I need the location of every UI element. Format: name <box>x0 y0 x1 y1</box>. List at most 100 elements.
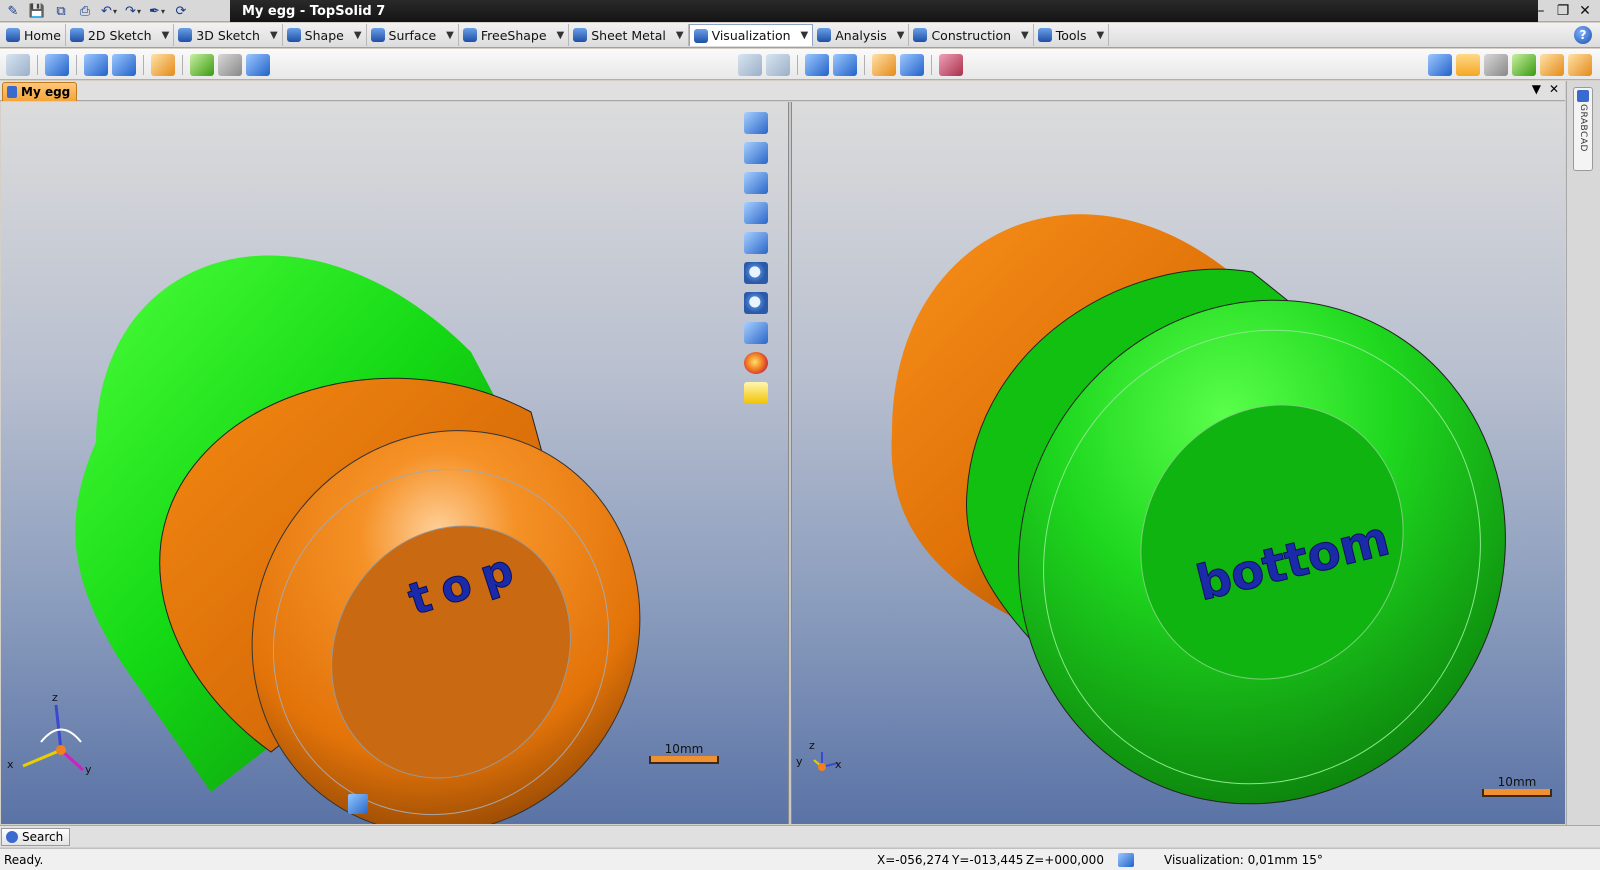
visualization-settings-icon[interactable] <box>1118 853 1134 867</box>
plant-view-icon[interactable] <box>1512 54 1536 76</box>
camera-icon[interactable] <box>218 54 242 76</box>
pick-filter-icon[interactable] <box>348 794 368 814</box>
box-shade-alt-icon[interactable] <box>1568 54 1592 76</box>
document-tab[interactable]: My egg <box>2 82 78 101</box>
save-icon[interactable]: 💾 <box>28 2 46 20</box>
visibility-icon[interactable] <box>84 54 108 76</box>
coord-x: X=-056,274 <box>877 853 950 867</box>
chevron-down-icon[interactable]: ▼ <box>1021 30 1029 41</box>
axis-label-z: z <box>52 691 58 704</box>
scale-bar-graphic <box>1482 789 1552 797</box>
chevron-down-icon[interactable]: ▼ <box>676 30 684 41</box>
app-logo-icon[interactable]: ✎ <box>4 2 22 20</box>
view-mode-alt-icon[interactable] <box>1484 54 1508 76</box>
tab-visualization[interactable]: Visualization ▼ <box>688 24 814 46</box>
tab-freeshape[interactable]: FreeShape ▼ <box>459 24 570 46</box>
palette-icon[interactable] <box>872 54 896 76</box>
chevron-down-icon[interactable]: ▼ <box>270 30 278 41</box>
view-tools <box>742 112 770 404</box>
status-visualization: Visualization: 0,01mm 15° <box>1164 853 1323 867</box>
query-icon[interactable] <box>744 382 768 404</box>
axis-label-z: z <box>809 739 815 752</box>
tab-analysis[interactable]: Analysis ▼ <box>813 24 910 46</box>
axis-label-x: x <box>7 758 14 771</box>
sketch-3d-icon <box>178 28 193 42</box>
section-view-icon[interactable] <box>766 54 790 76</box>
chevron-down-icon[interactable]: ▼ <box>162 30 170 41</box>
axis-label-y: y <box>85 763 92 776</box>
grabcad-icon <box>1577 90 1589 102</box>
toolbar-separator <box>931 55 932 75</box>
chevron-down-icon[interactable]: ▼ <box>1097 30 1105 41</box>
plant-icon[interactable] <box>190 54 214 76</box>
chevron-down-icon[interactable]: ▼ <box>354 30 362 41</box>
construction-icon <box>913 28 928 42</box>
tab-3d-sketch[interactable]: 3D Sketch ▼ <box>174 24 283 46</box>
render-box-icon[interactable] <box>805 54 829 76</box>
minimize-icon[interactable]: – <box>1534 3 1548 19</box>
split-view-icon[interactable] <box>744 232 768 254</box>
zoom-window-icon[interactable] <box>744 262 768 284</box>
dropdown-icon[interactable]: ▼ <box>1532 82 1541 96</box>
close-icon[interactable]: ✕ <box>1549 82 1559 96</box>
viewport-left[interactable]: top z x y 10mm <box>1 102 788 824</box>
tab-home[interactable]: Home <box>2 24 66 46</box>
material-icon[interactable] <box>939 54 963 76</box>
search-button[interactable]: Search <box>1 828 71 846</box>
scale-bar-graphic <box>649 756 719 764</box>
coord-z: Z=+000,000 <box>1026 853 1104 867</box>
toolbar-separator <box>143 55 144 75</box>
close-icon[interactable]: ✕ <box>1578 3 1592 19</box>
redo-icon[interactable]: ↷ <box>124 2 142 20</box>
save-all-icon[interactable]: ⧉ <box>52 2 70 20</box>
tab-sheet-metal[interactable]: Sheet Metal ▼ <box>569 24 689 46</box>
pointer-icon[interactable] <box>151 54 175 76</box>
sketch-2d-icon <box>69 28 84 42</box>
grabcad-tab[interactable]: GRABCAD <box>1573 87 1593 171</box>
chevron-down-icon[interactable]: ▼ <box>557 30 565 41</box>
tab-construction[interactable]: Construction ▼ <box>909 24 1034 46</box>
tab-2d-sketch[interactable]: 2D Sketch ▼ <box>66 24 175 46</box>
toolbar-separator <box>37 55 38 75</box>
tab-tools[interactable]: Tools ▼ <box>1034 24 1110 46</box>
pan-rotate-icon[interactable] <box>744 142 768 164</box>
restore-icon[interactable]: ❐ <box>1556 3 1570 19</box>
show-hide-icon[interactable] <box>45 54 69 76</box>
search-icon <box>6 831 18 843</box>
binoculars-icon[interactable] <box>744 202 768 224</box>
chevron-down-icon[interactable]: ▼ <box>801 30 809 41</box>
view-cube-icon[interactable] <box>1428 54 1452 76</box>
window-title: My egg - TopSolid 7 <box>230 0 1538 22</box>
document-icon <box>7 86 17 98</box>
filter-icon[interactable] <box>900 54 924 76</box>
scale-bar-right: 10mm <box>1482 775 1552 797</box>
view-mode-icon[interactable] <box>1456 54 1480 76</box>
box-shade-icon[interactable] <box>1540 54 1564 76</box>
toolbar-separator <box>797 55 798 75</box>
search-bar: Search <box>0 825 1600 847</box>
tab-shape[interactable]: Shape ▼ <box>283 24 367 46</box>
undo-icon[interactable]: ↶ <box>100 2 118 20</box>
pen-icon[interactable]: ✒ <box>148 2 166 20</box>
visualization-icon <box>693 28 708 43</box>
tab-surface[interactable]: Surface ▼ <box>367 24 459 46</box>
camera-view-icon[interactable] <box>744 172 768 194</box>
viewport-right[interactable]: bottom z y x 10mm <box>792 102 1565 824</box>
layers-icon[interactable] <box>6 54 30 76</box>
render-alt-icon[interactable] <box>833 54 857 76</box>
surface-icon <box>370 28 385 42</box>
chevron-down-icon[interactable]: ▼ <box>897 30 905 41</box>
help-icon[interactable]: ? <box>1574 26 1592 44</box>
analysis-icon <box>817 28 832 42</box>
zoom-icon[interactable] <box>744 292 768 314</box>
visibility-toggle-icon[interactable] <box>112 54 136 76</box>
section-icon[interactable] <box>738 54 762 76</box>
refresh-icon[interactable]: ⟳ <box>172 2 190 20</box>
axis-label-x: x <box>835 758 842 771</box>
palette-icon[interactable] <box>744 352 768 374</box>
view-cube-icon[interactable] <box>744 322 768 344</box>
print-icon[interactable]: ⎙ <box>76 2 94 20</box>
screens-icon[interactable] <box>246 54 270 76</box>
chevron-down-icon[interactable]: ▼ <box>446 30 454 41</box>
pan-icon[interactable] <box>744 112 768 134</box>
